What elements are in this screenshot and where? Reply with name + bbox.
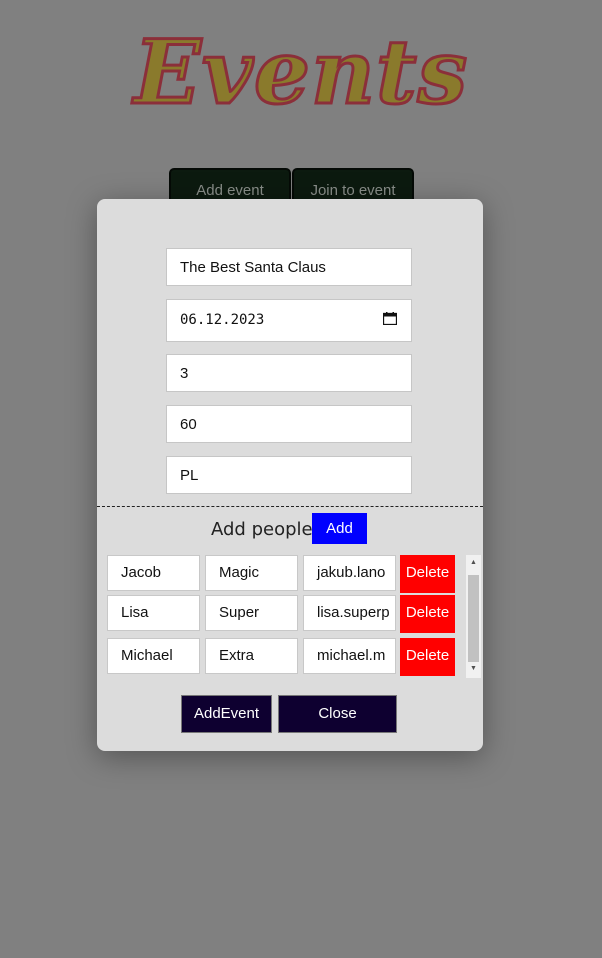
arrow-up-icon[interactable]: ▲ (466, 557, 481, 569)
people-list: Jacob Magic jakub.lano Delete Lisa Super… (107, 555, 483, 679)
first-name-input[interactable]: Jacob (107, 555, 200, 591)
people-scrollbar[interactable]: ▲ ▼ (466, 555, 481, 678)
calendar-icon[interactable] (383, 312, 397, 325)
last-name-input[interactable]: Magic (205, 555, 298, 591)
email-input[interactable]: lisa.superp (303, 595, 396, 631)
person-row: Jacob Magic jakub.lano Delete (107, 555, 467, 593)
delete-person-button[interactable]: Delete (400, 595, 455, 633)
add-event-modal: The Best Santa Claus 06.12.2023 3 60 PL … (97, 199, 483, 751)
email-input[interactable]: jakub.lano (303, 555, 396, 591)
field-3-input[interactable]: 3 (166, 354, 412, 392)
add-person-button[interactable]: Add (312, 513, 367, 544)
last-name-input[interactable]: Super (205, 595, 298, 631)
scrollbar-thumb[interactable] (468, 575, 479, 662)
person-row: Lisa Super lisa.superp Delete (107, 595, 467, 633)
email-input[interactable]: michael.m (303, 638, 396, 674)
add-people-label: Add people (211, 519, 313, 540)
event-date-value: 06.12.2023 (180, 312, 265, 328)
field-4-input[interactable]: 60 (166, 405, 412, 443)
close-button[interactable]: Close (278, 695, 397, 733)
add-event-submit-button[interactable]: AddEvent (181, 695, 272, 733)
page-title: Events (132, 20, 469, 124)
first-name-input[interactable]: Lisa (107, 595, 200, 631)
section-divider (97, 506, 483, 507)
arrow-down-icon[interactable]: ▼ (466, 663, 481, 675)
person-row: Michael Extra michael.m Delete (107, 638, 467, 676)
event-date-input[interactable]: 06.12.2023 (166, 299, 412, 342)
field-5-input[interactable]: PL (166, 456, 412, 494)
delete-person-button[interactable]: Delete (400, 555, 455, 593)
last-name-input[interactable]: Extra (205, 638, 298, 674)
first-name-input[interactable]: Michael (107, 638, 200, 674)
event-name-input[interactable]: The Best Santa Claus (166, 248, 412, 286)
delete-person-button[interactable]: Delete (400, 638, 455, 676)
